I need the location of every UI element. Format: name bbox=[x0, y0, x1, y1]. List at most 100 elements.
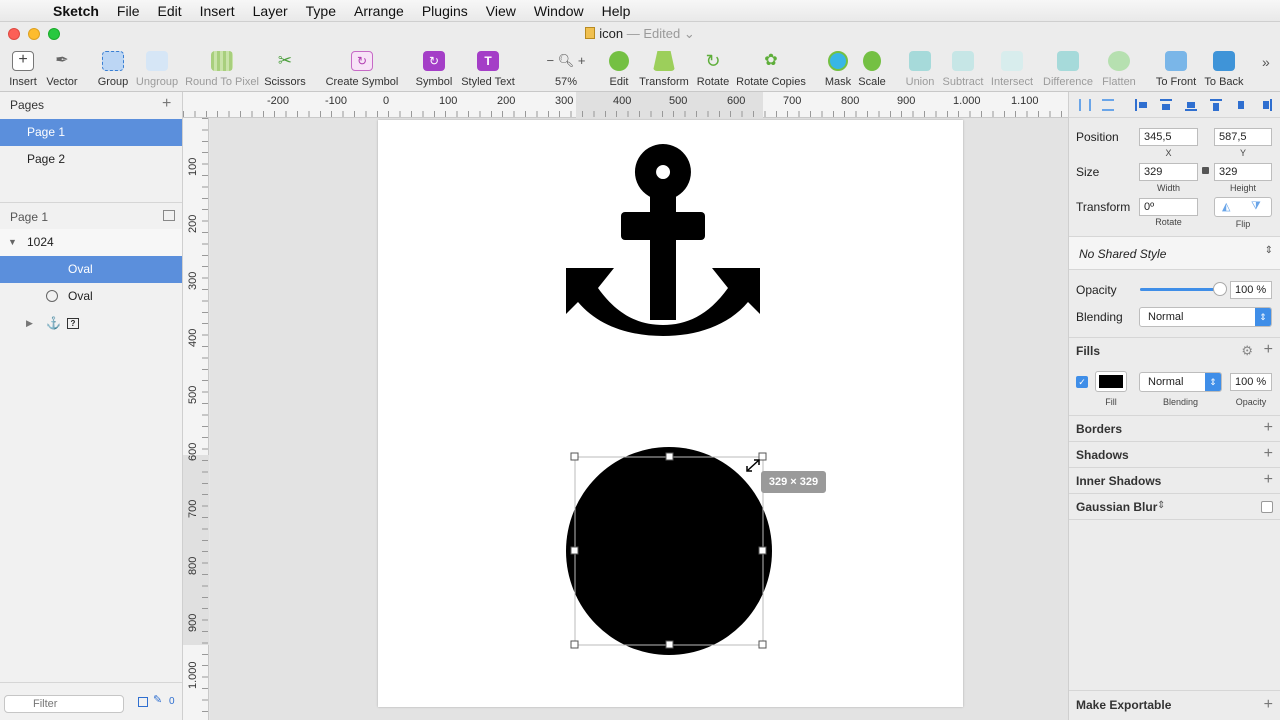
opacity-slider[interactable] bbox=[1140, 282, 1227, 296]
transform-button[interactable]: Transform bbox=[638, 48, 690, 90]
menu-app-name[interactable]: Sketch bbox=[53, 0, 99, 22]
symbol-button[interactable]: ↻ Symbol bbox=[414, 48, 454, 90]
opacity-field[interactable]: 100 % bbox=[1230, 281, 1272, 299]
lock-ratio-icon[interactable] bbox=[1202, 167, 1209, 174]
vector-button[interactable]: ✒ Vector bbox=[44, 48, 80, 90]
horizontal-ruler[interactable]: -200 -100 0 100 200 300 400 500 600 700 800 900 1.00… bbox=[183, 92, 1068, 118]
width-field[interactable]: 329 bbox=[1139, 163, 1198, 181]
flip-vertical-icon[interactable]: ⧩ bbox=[1251, 200, 1261, 213]
menu-file[interactable]: File bbox=[117, 0, 140, 22]
create-symbol-button[interactable]: ↻ Create Symbol bbox=[324, 48, 400, 90]
oval-shape[interactable] bbox=[566, 447, 772, 655]
opacity-slider-knob[interactable] bbox=[1213, 282, 1227, 296]
fill-color-swatch[interactable] bbox=[1095, 371, 1127, 392]
shared-style-select[interactable]: No Shared Style ⇕ bbox=[1069, 236, 1280, 270]
menu-window[interactable]: Window bbox=[534, 0, 584, 22]
zoom-control[interactable]: − 🔍︎ + 57% bbox=[538, 48, 594, 90]
rotate-field[interactable]: 0º bbox=[1139, 198, 1198, 216]
canvas[interactable]: 329 × 329 bbox=[210, 118, 1068, 720]
to-back-button[interactable]: To Back bbox=[1202, 48, 1246, 90]
position-y-field[interactable]: 587,5 bbox=[1214, 128, 1272, 146]
align-bottom-icon[interactable] bbox=[1260, 99, 1272, 111]
insert-button[interactable]: + Insert bbox=[4, 48, 42, 90]
blur-type-chevron-icon[interactable]: ⇕ bbox=[1157, 500, 1165, 511]
height-field[interactable]: 329 bbox=[1214, 163, 1272, 181]
styled-text-button[interactable]: T Styled Text bbox=[459, 48, 517, 90]
group-button[interactable]: Group bbox=[95, 48, 131, 90]
symbols-filter-icon[interactable] bbox=[138, 697, 148, 707]
menu-type[interactable]: Type bbox=[306, 0, 336, 22]
ungroup-button[interactable]: Ungroup bbox=[134, 48, 180, 90]
flatten-button[interactable]: Flatten bbox=[1098, 48, 1140, 90]
vertical-ruler[interactable]: 100 200 300 400 500 600 700 800 900 1.000 bbox=[183, 118, 209, 720]
add-page-icon[interactable]: + bbox=[162, 95, 171, 113]
zoom-window-button[interactable] bbox=[48, 28, 60, 40]
disclosure-open-icon[interactable]: ▼ bbox=[8, 229, 17, 256]
title-chevron-icon[interactable]: ⌄ bbox=[680, 26, 695, 41]
page-item-1[interactable]: Page 1 bbox=[0, 119, 182, 146]
distribute-horizontal-icon[interactable] bbox=[1079, 99, 1091, 111]
flip-horizontal-icon[interactable]: ◭ bbox=[1222, 200, 1230, 213]
page-item-2[interactable]: Page 2 bbox=[0, 146, 182, 173]
artboard-1024[interactable]: 329 × 329 bbox=[378, 120, 963, 707]
align-top-icon[interactable] bbox=[1210, 99, 1222, 111]
rotate-button[interactable]: ↻ Rotate bbox=[694, 48, 732, 90]
edit-button[interactable]: Edit bbox=[604, 48, 634, 90]
add-border-icon[interactable]: + bbox=[1264, 420, 1273, 436]
make-exportable-section[interactable]: Make Exportable + bbox=[1069, 690, 1280, 720]
menu-insert[interactable]: Insert bbox=[200, 0, 235, 22]
align-center-icon[interactable] bbox=[1160, 99, 1172, 111]
scale-button[interactable]: Scale bbox=[856, 48, 888, 90]
add-export-icon[interactable]: + bbox=[1264, 697, 1273, 713]
fill-opacity-field[interactable]: 100 % bbox=[1230, 373, 1272, 391]
menu-arrange[interactable]: Arrange bbox=[354, 0, 404, 22]
distribute-vertical-icon[interactable] bbox=[1102, 99, 1114, 111]
rotate-copies-button[interactable]: ✿ Rotate Copies bbox=[735, 48, 807, 90]
fill-enabled-checkbox[interactable]: ✓ bbox=[1076, 376, 1088, 388]
gaussian-blur-checkbox[interactable] bbox=[1261, 501, 1273, 513]
intersect-button[interactable]: Intersect bbox=[988, 48, 1036, 90]
anchor-icon[interactable] bbox=[566, 144, 760, 336]
subtract-icon bbox=[952, 51, 974, 71]
collapse-layers-icon[interactable] bbox=[163, 210, 175, 221]
difference-button[interactable]: Difference bbox=[1040, 48, 1096, 90]
subtract-button[interactable]: Subtract bbox=[940, 48, 986, 90]
round-to-pixel-button[interactable]: Round To Pixel bbox=[184, 48, 260, 90]
layer-row-oval-selected[interactable]: Oval bbox=[0, 256, 182, 283]
gaussian-blur-section[interactable]: Gaussian Blur ⇕ bbox=[1069, 493, 1280, 519]
mask-button[interactable]: Mask bbox=[822, 48, 854, 90]
fills-settings-gear-icon[interactable]: ⚙ bbox=[1241, 343, 1253, 359]
shadows-section[interactable]: Shadows + bbox=[1069, 441, 1280, 467]
inner-shadows-section[interactable]: Inner Shadows + bbox=[1069, 467, 1280, 493]
position-x-field[interactable]: 345,5 bbox=[1139, 128, 1198, 146]
insert-plus-icon: + bbox=[12, 51, 34, 71]
layer-row-oval[interactable]: Oval bbox=[0, 283, 182, 310]
scissors-button[interactable]: ✂ Scissors bbox=[262, 48, 308, 90]
align-middle-icon[interactable] bbox=[1235, 99, 1247, 111]
toolbar-overflow-icon[interactable]: » bbox=[1262, 54, 1270, 70]
add-inner-shadow-icon[interactable]: + bbox=[1264, 472, 1273, 488]
fill-blending-select[interactable]: Normal ⇕ bbox=[1139, 372, 1222, 392]
layer-row-group[interactable]: ▶ ⚓ ? bbox=[0, 310, 182, 337]
align-right-icon[interactable] bbox=[1185, 99, 1197, 111]
menu-plugins[interactable]: Plugins bbox=[422, 0, 468, 22]
edited-filter-icon[interactable]: ✎ bbox=[153, 693, 162, 706]
close-window-button[interactable] bbox=[8, 28, 20, 40]
menu-help[interactable]: Help bbox=[602, 0, 631, 22]
menu-layer[interactable]: Layer bbox=[253, 0, 288, 22]
disclosure-closed-icon[interactable]: ▶ bbox=[26, 310, 33, 337]
oval-layer-icon bbox=[46, 290, 58, 302]
menu-view[interactable]: View bbox=[486, 0, 516, 22]
to-front-button[interactable]: To Front bbox=[1152, 48, 1200, 90]
alignment-bar bbox=[1069, 92, 1280, 118]
align-left-icon[interactable] bbox=[1135, 99, 1147, 111]
blending-select[interactable]: Normal ⇕ bbox=[1139, 307, 1272, 327]
artboard-row[interactable]: ▼ 1024 bbox=[0, 229, 182, 256]
minimize-window-button[interactable] bbox=[28, 28, 40, 40]
add-shadow-icon[interactable]: + bbox=[1264, 446, 1273, 462]
add-fill-icon[interactable]: + bbox=[1264, 342, 1273, 358]
union-button[interactable]: Union bbox=[902, 48, 938, 90]
menu-edit[interactable]: Edit bbox=[157, 0, 181, 22]
layer-filter-input[interactable] bbox=[4, 695, 124, 713]
borders-section[interactable]: Borders + bbox=[1069, 415, 1280, 441]
